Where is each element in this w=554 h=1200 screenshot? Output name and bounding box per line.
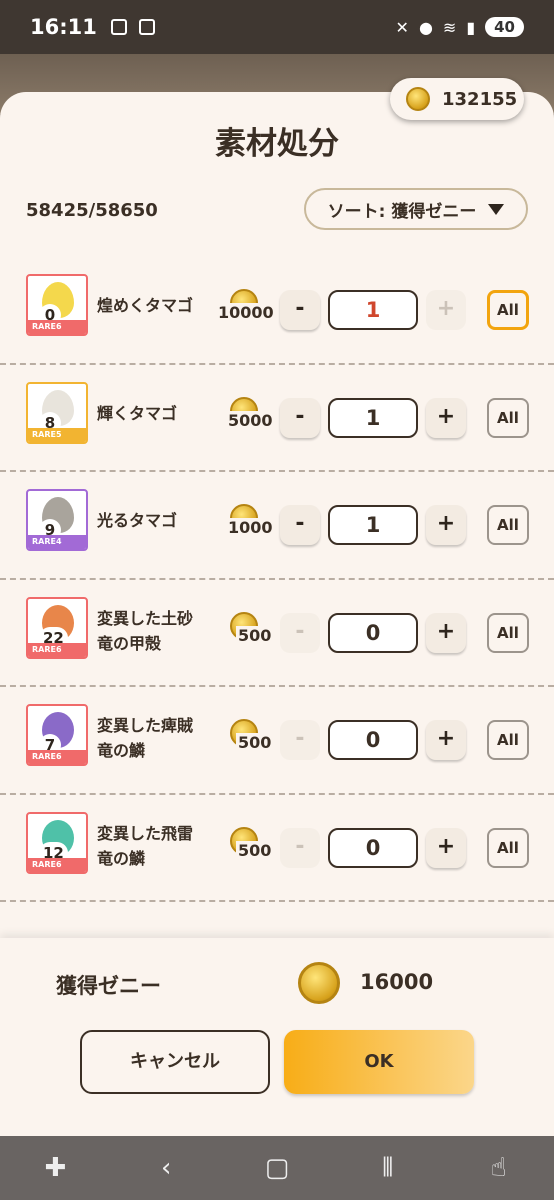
item-name: 煌めくタマゴ: [97, 296, 194, 315]
coin-balance-value: 132155: [442, 88, 518, 110]
all-button[interactable]: All: [487, 290, 529, 330]
home-icon[interactable]: ▢: [257, 1153, 297, 1183]
all-button[interactable]: All: [487, 397, 529, 438]
list-item: 7 RARE6 変異した痺賊竜の鱗 500 - 0 + All: [0, 687, 554, 795]
status-time: 16:11: [30, 15, 97, 39]
increase-button[interactable]: +: [426, 290, 466, 330]
item-list: 0 RARE6 煌めくタマゴ 10000 - 1 + All 8 RARE5 輝…: [0, 257, 554, 902]
decrease-button[interactable]: -: [280, 505, 320, 545]
list-item: 22 RARE6 変異した土砂竜の甲殻 500 - 0 + All: [0, 580, 554, 687]
item-name: 輝くタマゴ: [97, 403, 178, 423]
item-price: 1000: [226, 518, 275, 537]
list-item: 9 RARE4 光るタマゴ 1000 - 1 + All: [0, 472, 554, 580]
caret-down-icon: [488, 203, 505, 215]
item-thumbnail: 8 RARE5: [26, 381, 88, 444]
rarity-badge: RARE6: [28, 857, 86, 872]
decrease-button[interactable]: -: [280, 612, 320, 653]
page-title: 素材処分: [215, 126, 339, 162]
decrease-button[interactable]: -: [280, 397, 320, 438]
item-name: 変異した飛雷竜の鱗: [97, 823, 194, 868]
rarity-badge: RARE4: [28, 535, 86, 549]
signal-icon: ▮: [466, 17, 476, 37]
rarity-badge: RARE6: [28, 642, 86, 657]
recents-icon[interactable]: ⦀: [368, 1153, 408, 1184]
item-name: 光るタマゴ: [97, 511, 178, 530]
all-button[interactable]: All: [487, 827, 529, 868]
item-price: 5000: [226, 410, 275, 430]
item-thumbnail: 9 RARE4: [26, 489, 88, 551]
decrease-button[interactable]: -: [280, 290, 320, 330]
item-price: 500: [236, 840, 274, 860]
list-item: 12 RARE6 変異した飛雷竜の鱗 500 - 0 + All: [0, 795, 554, 902]
coin-balance: 132155: [390, 78, 524, 120]
zenny-icon: [298, 962, 340, 1004]
mute-icon: ✕: [395, 17, 409, 37]
rarity-badge: RARE6: [28, 750, 86, 764]
sort-dropdown[interactable]: ソート: 獲得ゼニー: [304, 188, 528, 230]
increase-button[interactable]: +: [426, 397, 466, 438]
footer-bar: 獲得ゼニー 16000 キャンセル OK: [0, 938, 554, 1136]
rarity-badge: RARE6: [28, 320, 86, 334]
increase-button[interactable]: +: [426, 505, 466, 545]
back-icon[interactable]: ‹: [146, 1153, 186, 1183]
earn-label: 獲得ゼニー: [56, 974, 161, 998]
screenshot-icon: [110, 19, 127, 35]
location-icon: ●: [418, 17, 433, 37]
item-thumbnail: 12 RARE6: [26, 811, 88, 874]
earn-value: 16000: [360, 970, 434, 994]
list-item: 8 RARE5 輝くタマゴ 5000 - 1 + All: [0, 365, 554, 472]
increase-button[interactable]: +: [426, 720, 466, 760]
system-nav-bar: ✚ ‹ ▢ ⦀ ☝: [0, 1136, 554, 1200]
decrease-button[interactable]: -: [280, 827, 320, 868]
coin-icon: [406, 87, 430, 111]
all-button[interactable]: All: [487, 720, 529, 760]
quantity-field[interactable]: 1: [328, 290, 418, 330]
quantity-field[interactable]: 0: [328, 827, 418, 868]
item-price: 500: [236, 733, 274, 752]
battery-indicator: 40: [485, 17, 524, 37]
quantity-field[interactable]: 0: [328, 720, 418, 760]
quantity-field[interactable]: 1: [328, 505, 418, 545]
increase-button[interactable]: +: [426, 612, 466, 653]
storage-capacity: 58425/58650: [26, 200, 158, 221]
wifi-icon: ≋: [442, 17, 457, 37]
sort-label: ソート: 獲得ゼニー: [327, 201, 477, 222]
increase-button[interactable]: +: [426, 827, 466, 868]
touch-lock-icon[interactable]: ☝: [479, 1153, 519, 1183]
item-thumbnail: 7 RARE6: [26, 704, 88, 766]
item-thumbnail: 0 RARE6: [26, 274, 88, 336]
list-item: 0 RARE6 煌めくタマゴ 10000 - 1 + All: [0, 257, 554, 365]
quantity-field[interactable]: 0: [328, 612, 418, 653]
ok-button[interactable]: OK: [284, 1030, 474, 1094]
all-button[interactable]: All: [487, 505, 529, 545]
quantity-field[interactable]: 1: [328, 397, 418, 438]
item-thumbnail: 22 RARE6: [26, 596, 88, 659]
item-name: 変異した土砂竜の甲殻: [97, 608, 194, 653]
gamepad-icon[interactable]: ✚: [35, 1153, 75, 1183]
item-price: 10000: [216, 303, 276, 322]
screen-record-icon: [138, 19, 155, 35]
all-button[interactable]: All: [487, 612, 529, 653]
item-name: 変異した痺賊竜の鱗: [97, 716, 194, 760]
rarity-badge: RARE5: [28, 427, 86, 442]
item-price: 500: [236, 625, 274, 645]
status-bar: 16:11 ✕ ● ≋ ▮ 40: [0, 0, 554, 54]
decrease-button[interactable]: -: [280, 720, 320, 760]
cancel-button[interactable]: キャンセル: [80, 1030, 270, 1094]
